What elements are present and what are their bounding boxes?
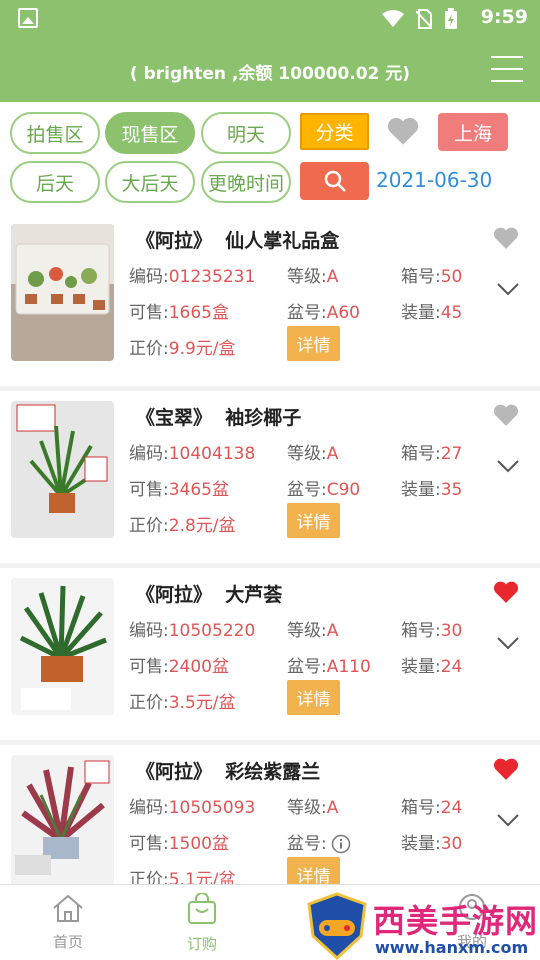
product-pack-qty: 装量:35 — [401, 480, 463, 500]
favorite-filter-icon[interactable] — [386, 116, 420, 146]
product-list: 《阿拉》 仙人掌礼品盒 编码:01235231 等级:A 箱号:50 可售:16… — [0, 214, 540, 884]
product-price: 正价:5.1元/盆 — [129, 870, 236, 884]
search-icon — [324, 170, 346, 192]
product-name: 《阿拉》 仙人掌礼品盒 — [136, 230, 340, 252]
wifi-icon — [382, 10, 404, 27]
product-name: 《阿拉》 大芦荟 — [136, 584, 283, 606]
favorite-heart-icon[interactable] — [493, 403, 519, 427]
product-image — [11, 224, 114, 361]
product-available: 可售:1665盒 — [129, 303, 229, 323]
detail-button[interactable]: 详情 — [287, 680, 340, 715]
chevron-down-icon[interactable] — [497, 282, 519, 296]
product-code: 编码:10505220 — [129, 621, 256, 641]
product-card[interactable]: 《阿拉》 大芦荟 编码:10505220 等级:A 箱号:30 可售:2400盆… — [0, 568, 540, 740]
product-grade: 等级:A — [287, 267, 339, 287]
date-selector[interactable]: 2021-06-30 — [376, 168, 492, 192]
battery-charging-icon — [445, 8, 457, 29]
city-button[interactable]: 上海 — [438, 113, 508, 151]
status-icons — [382, 8, 458, 30]
product-box-number: 箱号:24 — [401, 798, 463, 818]
chevron-down-icon[interactable] — [497, 459, 519, 473]
product-pack-qty: 装量:45 — [401, 303, 463, 323]
product-pot-number: 盆号:A110 — [287, 657, 371, 677]
product-image — [11, 401, 114, 538]
product-box-number: 箱号:30 — [401, 621, 463, 641]
product-code: 编码:10505093 — [129, 798, 256, 818]
watermark-brand: 西美手游网 — [373, 902, 539, 940]
tab-spot-zone[interactable]: 现售区 — [105, 112, 195, 154]
tab-home[interactable]: 首页 — [28, 893, 108, 952]
product-available: 可售:1500盆 — [129, 834, 229, 854]
detail-button[interactable]: 详情 — [287, 326, 340, 361]
product-card[interactable]: 《阿拉》 彩绘紫露兰 编码:10505093 等级:A 箱号:24 可售:150… — [0, 745, 540, 884]
gamepad-shield-logo — [307, 892, 367, 960]
product-box-number: 箱号:50 — [401, 267, 463, 287]
detail-button[interactable]: 详情 — [287, 503, 340, 538]
product-pot-number: 盆号: — [287, 829, 351, 854]
product-price: 正价:9.9元/盒 — [129, 339, 236, 359]
tab-day-after-tomorrow[interactable]: 后天 — [10, 161, 100, 203]
product-available: 可售:2400盆 — [129, 657, 229, 677]
no-sim-icon — [416, 9, 432, 29]
product-name: 《阿拉》 彩绘紫露兰 — [136, 761, 321, 783]
watermark-overlay: 西美手游网 www.hanxm.com — [303, 892, 540, 960]
product-card[interactable]: 《阿拉》 仙人掌礼品盒 编码:01235231 等级:A 箱号:50 可售:16… — [0, 214, 540, 386]
tab-later-time[interactable]: 更晚时间 — [201, 161, 291, 203]
product-price: 正价:2.8元/盆 — [129, 516, 236, 536]
product-box-number: 箱号:27 — [401, 444, 463, 464]
product-grade: 等级:A — [287, 621, 339, 641]
product-pot-number: 盆号:C90 — [287, 480, 361, 500]
product-code: 编码:01235231 — [129, 267, 256, 287]
app-header: ( brighten ,余额 100000.02 元) — [0, 36, 540, 102]
watermark-url: www.hanxm.com — [375, 938, 529, 957]
product-price: 正价:3.5元/盆 — [129, 693, 236, 713]
shopping-bag-icon — [188, 892, 216, 924]
account-balance-title: ( brighten ,余额 100000.02 元) — [129, 64, 411, 84]
product-name: 《宝翠》 袖珍椰子 — [136, 407, 302, 429]
detail-button[interactable]: 详情 — [287, 857, 340, 884]
product-pot-number: 盆号:A60 — [287, 303, 360, 323]
favorite-heart-icon[interactable] — [493, 226, 519, 250]
home-icon — [53, 894, 83, 922]
filter-panel: 拍售区 现售区 明天 后天 大后天 更晚时间 分类 上海 2021-06-30 — [0, 102, 540, 214]
product-code: 编码:10404138 — [129, 444, 256, 464]
product-image — [11, 755, 114, 884]
product-available: 可售:3465盆 — [129, 480, 229, 500]
image-notification-icon — [18, 8, 38, 28]
chevron-down-icon[interactable] — [497, 813, 519, 827]
info-icon[interactable] — [331, 834, 351, 854]
product-grade: 等级:A — [287, 798, 339, 818]
status-bar: 9:59 — [0, 0, 540, 36]
product-card[interactable]: 《宝翠》 袖珍椰子 编码:10404138 等级:A 箱号:27 可售:3465… — [0, 391, 540, 563]
product-image — [11, 578, 114, 715]
tab-auction-zone[interactable]: 拍售区 — [10, 112, 100, 154]
favorite-heart-icon[interactable] — [493, 757, 519, 781]
favorite-heart-icon[interactable] — [493, 580, 519, 604]
tab-order[interactable]: 订购 — [162, 892, 242, 954]
chevron-down-icon[interactable] — [497, 636, 519, 650]
search-button[interactable] — [300, 162, 369, 200]
product-pack-qty: 装量:30 — [401, 834, 463, 854]
hamburger-menu-icon[interactable] — [491, 56, 523, 82]
category-button[interactable]: 分类 — [300, 113, 369, 150]
product-grade: 等级:A — [287, 444, 339, 464]
tab-tomorrow[interactable]: 明天 — [201, 112, 291, 154]
product-pack-qty: 装量:24 — [401, 657, 463, 677]
tab-three-days-later[interactable]: 大后天 — [105, 161, 195, 203]
status-time: 9:59 — [480, 6, 528, 28]
